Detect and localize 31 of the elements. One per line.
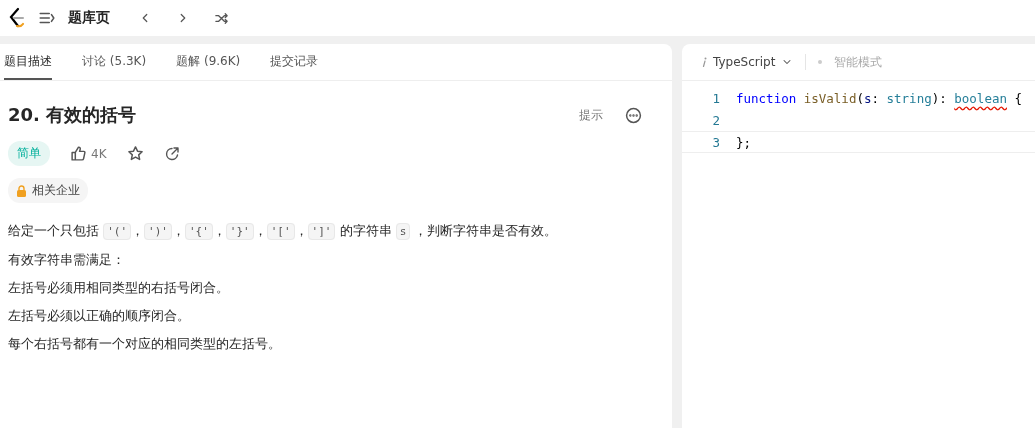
info-icon xyxy=(702,57,707,67)
problem-title: 20. 有效的括号 xyxy=(8,103,137,127)
lock-icon xyxy=(16,184,27,197)
tab[interactable]: 题解 (9.6K) xyxy=(176,44,241,80)
line-number: 1 xyxy=(711,90,721,106)
line-number: 2 xyxy=(711,112,721,128)
like-button[interactable]: 4K xyxy=(70,145,107,162)
description-paragraph: 有效字符串需满足： xyxy=(8,251,126,269)
more-icon xyxy=(625,106,642,124)
difficulty-badge: 简单 xyxy=(8,141,50,166)
tab[interactable]: 提交记录 xyxy=(270,44,319,80)
tab[interactable]: 讨论 (5.3K) xyxy=(82,44,147,80)
tab[interactable]: 题目描述 xyxy=(4,44,52,80)
description-paragraph: 给定一个只包括 '(' ， ')' ， '{' ， '}' ， '[' ， ']' 的字符串 s ，判断字符串是否有效。 xyxy=(8,222,559,242)
companies-button[interactable]: 相关企业 xyxy=(8,178,88,203)
share-icon xyxy=(163,145,180,162)
logo-icon[interactable] xyxy=(8,7,26,29)
shuffle-icon xyxy=(213,10,229,26)
description-paragraph: 左括号必须以正确的顺序闭合。 xyxy=(8,307,191,325)
code-line: function isValid(s: string): boolean { xyxy=(736,90,1023,106)
dot-icon xyxy=(818,60,823,64)
language-selector[interactable]: TypeScript xyxy=(702,55,794,69)
code-line: }; xyxy=(736,134,752,150)
hint-link[interactable]: 提示 xyxy=(579,106,603,124)
page-title: 题库页 xyxy=(68,9,110,27)
description-paragraph: 左括号必须用相同类型的右括号闭合。 xyxy=(8,279,230,297)
star-icon xyxy=(126,145,144,162)
thumbs-up-icon xyxy=(70,145,87,162)
mode-label: 智能模式 xyxy=(834,53,883,71)
line-number: 3 xyxy=(711,134,721,150)
description-paragraph: 每个右括号都有一个对应的相同类型的左括号。 xyxy=(8,335,282,353)
